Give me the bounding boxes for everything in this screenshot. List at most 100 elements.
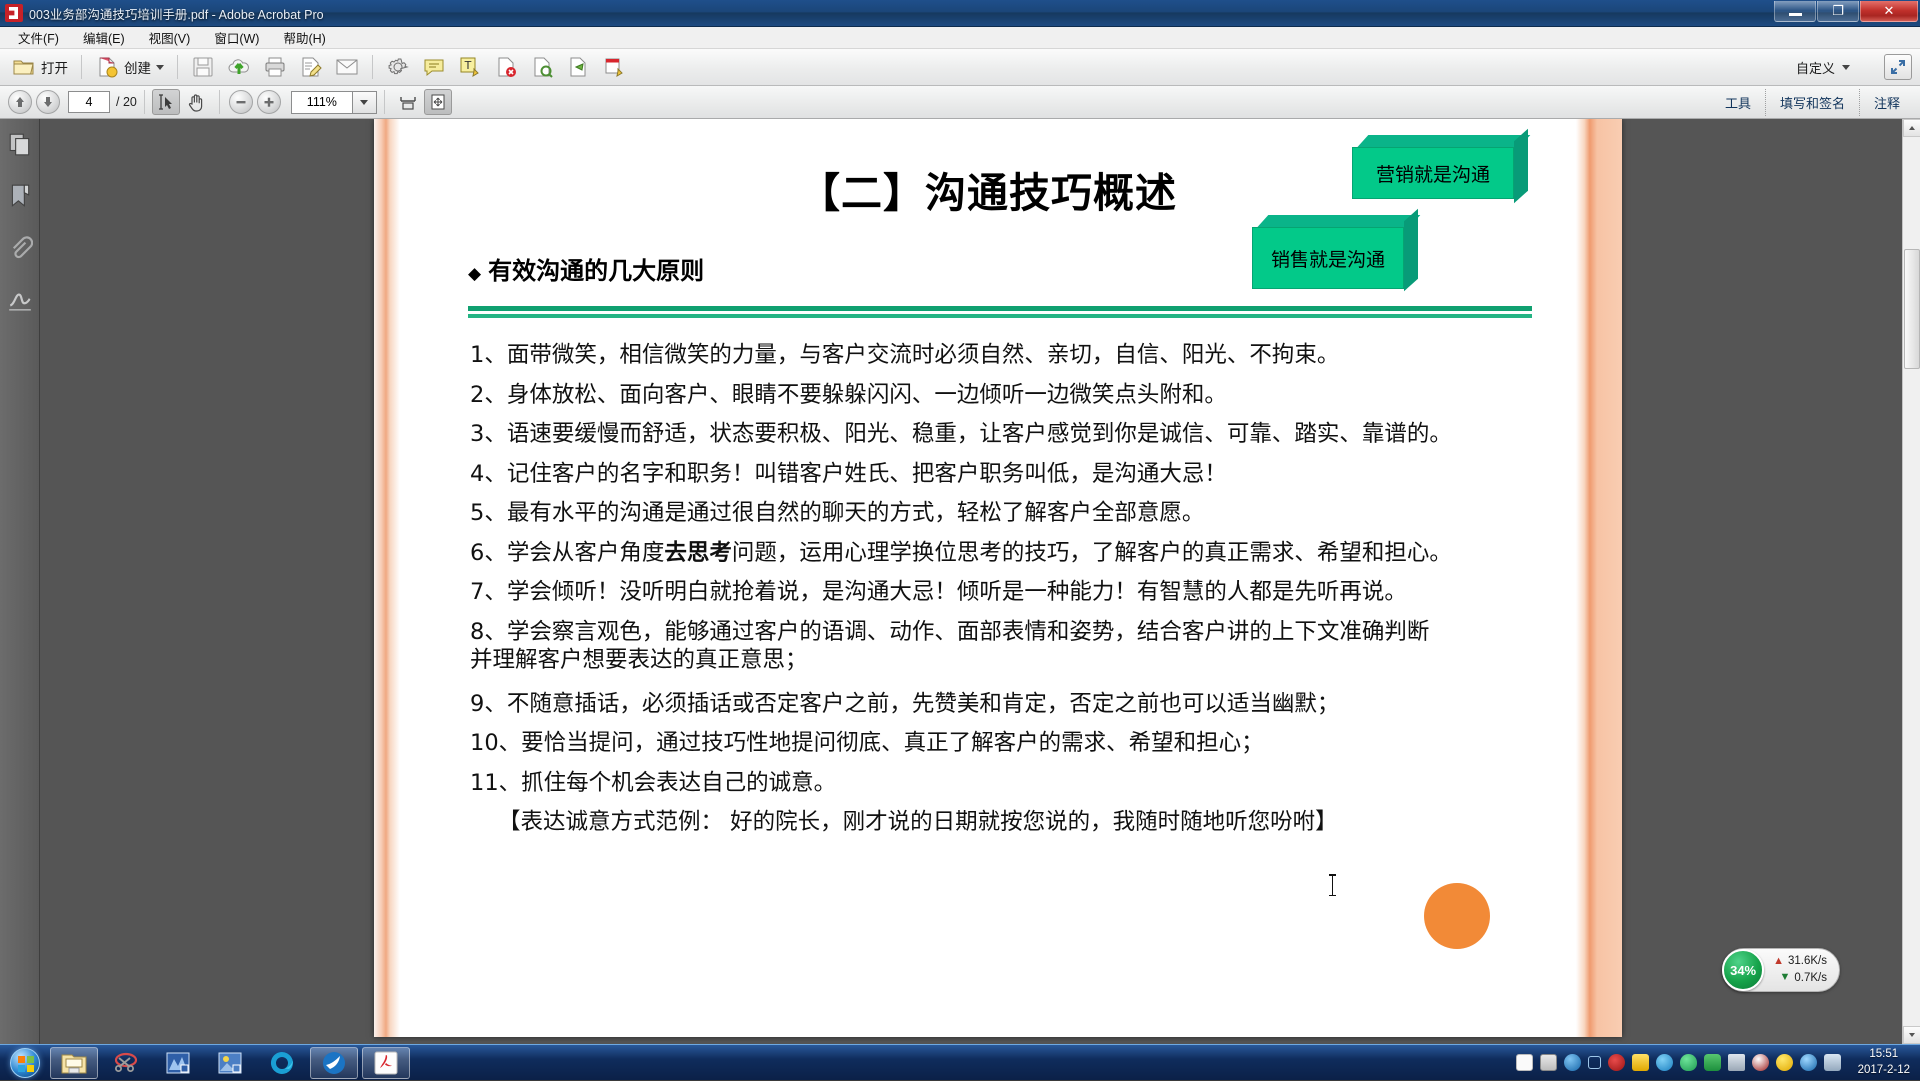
redact-icon [530, 55, 554, 79]
notepad-tray-icon[interactable] [1516, 1054, 1533, 1071]
taskbar-browser[interactable] [258, 1047, 306, 1079]
page-down-button[interactable] [36, 90, 60, 114]
taskbar-app-blue[interactable] [154, 1047, 202, 1079]
taskbar-explorer[interactable] [50, 1047, 98, 1079]
menu-window[interactable]: 窗口(W) [202, 26, 271, 49]
arrow-down-icon: ▼ [1780, 970, 1791, 986]
network-tray-icon[interactable] [1728, 1054, 1745, 1071]
menu-help[interactable]: 帮助(H) [271, 26, 337, 49]
show-hidden-icon[interactable] [1588, 1056, 1601, 1069]
text-edit-icon: T [458, 55, 482, 79]
sign-edit-button[interactable] [596, 52, 632, 82]
document-vertical-scrollbar[interactable] [1902, 119, 1920, 1044]
save-button[interactable] [185, 52, 221, 82]
page-up-button[interactable] [8, 90, 32, 114]
qq-tray-icon[interactable] [1752, 1054, 1769, 1071]
text-edit-button[interactable]: T [452, 52, 488, 82]
email-button[interactable] [329, 52, 365, 82]
chevron-down-icon[interactable] [156, 65, 164, 70]
customize-toolbar[interactable]: 自定义 [1796, 58, 1850, 77]
select-tool-button[interactable] [152, 89, 180, 115]
hand-tool-button[interactable] [180, 87, 212, 117]
page-thumbnails-icon[interactable] [7, 131, 33, 157]
minimize-button[interactable] [1774, 1, 1816, 22]
comment-button[interactable] [416, 52, 452, 82]
fit-page-button[interactable] [424, 89, 452, 115]
restore-button[interactable]: ❐ [1817, 1, 1859, 22]
upload-button[interactable] [221, 52, 257, 82]
sign-edit-icon [602, 55, 626, 79]
scrollbar-thumb[interactable] [1904, 249, 1920, 369]
chevron-down-icon [1908, 1031, 1916, 1039]
taskbar-messenger[interactable] [310, 1047, 358, 1079]
scroll-up-button[interactable] [1903, 119, 1920, 137]
plus-tray-icon[interactable] [1776, 1054, 1793, 1071]
select-tool-icon [157, 93, 175, 111]
zoom-out-button[interactable] [229, 90, 253, 114]
stamp-button[interactable] [560, 52, 596, 82]
zoom-dropdown-button[interactable] [353, 91, 377, 114]
menu-view[interactable]: 视图(V) [137, 26, 203, 49]
attachments-icon[interactable] [7, 235, 33, 261]
taskbar-snipping-tool[interactable] [102, 1047, 150, 1079]
document-stage[interactable]: 营销就是沟通 销售就是沟通 【二】沟通技巧概述 ◆有效沟通的几大原则 [40, 119, 1902, 1044]
taskbar-acrobat[interactable] [362, 1047, 410, 1079]
upload-rate: 31.6K/s [1788, 953, 1827, 970]
input-method-icon[interactable] [1824, 1054, 1841, 1071]
scroll-down-button[interactable] [1903, 1026, 1920, 1044]
delete-page-button[interactable] [488, 52, 524, 82]
zoom-in-button[interactable] [257, 90, 281, 114]
delete-page-icon [494, 55, 518, 79]
list-item: 4、记住客户的名字和职务！叫错客户姓氏、把客户职务叫低，是沟通大忌！ [470, 463, 1532, 486]
window-controls: ❐ ✕ [1774, 1, 1918, 22]
image-icon [217, 1051, 243, 1075]
bird-tray-icon[interactable] [1656, 1054, 1673, 1071]
signatures-icon[interactable] [7, 287, 33, 313]
print-button[interactable] [257, 52, 293, 82]
shield-tray-icon[interactable] [1680, 1054, 1697, 1071]
list-item-continuation: 并理解客户想要表达的真正意思； [470, 649, 1532, 672]
svg-text:T: T [464, 59, 472, 72]
list-item: 5、最有水平的沟通是通过很自然的聊天的方式，轻松了解客户全部意愿。 [470, 502, 1532, 525]
ninja-tray-icon[interactable] [1608, 1054, 1625, 1071]
chevron-down-icon [360, 100, 368, 105]
green-divider-thin [468, 314, 1532, 318]
folder-icon [60, 1050, 88, 1076]
chevron-down-icon[interactable] [1842, 65, 1850, 70]
email-icon [335, 55, 359, 79]
zoom-in-icon [262, 95, 276, 109]
green-divider [434, 306, 1542, 318]
list-item: 6、学会从客户角度去思考问题，运用心理学换位思考的技巧，了解客户的真正需求、希望… [470, 542, 1532, 565]
stamp-icon [566, 55, 590, 79]
edit-document-button[interactable] [293, 52, 329, 82]
hand-tool-icon [186, 92, 206, 112]
volume-tray-icon[interactable] [1800, 1054, 1817, 1071]
start-orb[interactable] [2, 1046, 48, 1080]
zoom-level-input[interactable]: 111% [291, 91, 353, 114]
nav-divider-3 [384, 90, 385, 114]
create-button[interactable]: 创建 [89, 52, 170, 82]
tab-comment[interactable]: 注释 [1859, 89, 1914, 116]
tab-tools[interactable]: 工具 [1711, 89, 1765, 116]
network-speed-widget[interactable]: 34% ▲ 31.6K/s ▼ 0.7K/s [1722, 948, 1840, 992]
help-tray-icon[interactable] [1564, 1054, 1581, 1071]
menu-edit[interactable]: 编辑(E) [71, 26, 137, 49]
open-button[interactable]: 打开 [6, 52, 74, 82]
expand-toolbar-button[interactable] [1884, 54, 1912, 80]
open-label: 打开 [41, 57, 68, 77]
taskbar-app-yellow[interactable] [206, 1047, 254, 1079]
menu-file[interactable]: 文件(F) [6, 26, 71, 49]
redact-button[interactable] [524, 52, 560, 82]
green-app-icon[interactable] [1704, 1054, 1721, 1071]
fit-width-button[interactable] [392, 87, 424, 117]
taskbar-clock[interactable]: 15:51 2017-2-12 [1858, 1047, 1910, 1078]
keyboard-tray-icon[interactable] [1540, 1054, 1557, 1071]
lock-tray-icon[interactable] [1632, 1054, 1649, 1071]
settings-button[interactable] [380, 52, 416, 82]
page-number-input[interactable]: 4 [68, 91, 110, 113]
bookmarks-icon[interactable] [7, 183, 33, 209]
list-item: 3、语速要缓慢而舒适，状态要积极、阳光、稳重，让客户感觉到你是诚信、可靠、踏实、… [470, 423, 1532, 446]
tab-fill-sign[interactable]: 填写和签名 [1765, 89, 1859, 116]
nav-divider-2 [219, 90, 220, 114]
close-button[interactable]: ✕ [1860, 1, 1918, 22]
